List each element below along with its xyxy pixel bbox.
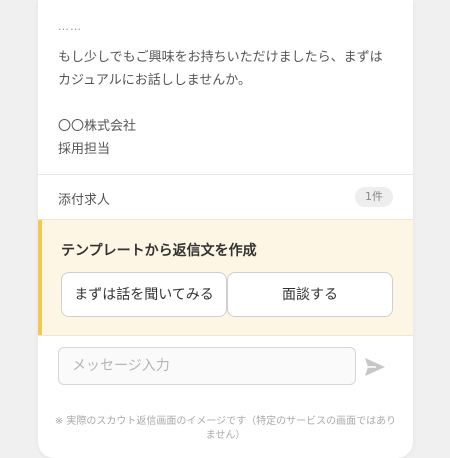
send-icon (365, 358, 385, 376)
sender-role: 採用担当 (58, 142, 111, 157)
template-option-interview-button[interactable]: 面談する (227, 272, 393, 317)
template-option-hear-more-button[interactable]: まずは話を聞いてみる (61, 272, 227, 317)
message-body: もし少しでもご興味をお持ちいただけましたら、まずは カジュアルにお話ししませんか… (58, 46, 398, 92)
truncated-indicator: …… (58, 20, 82, 33)
attached-job-row[interactable]: 添付求人 1件 (38, 175, 413, 219)
disclaimer-note: ※ 実際のスカウト返信画面のイメージです（特定のサービスの画面ではありません） (54, 416, 397, 441)
template-reply-panel: テンプレートから返信文を作成 まずは話を聞いてみる 面談する (38, 219, 413, 336)
company-name: 〇〇株式会社 (58, 119, 137, 134)
message-input[interactable] (59, 348, 355, 384)
chat-card: …… もし少しでもご興味をお持ちいただけましたら、まずは カジュアルにお話ししま… (38, 0, 413, 458)
accent-bar (38, 220, 42, 335)
send-button[interactable] (363, 356, 387, 378)
message-line: カジュアルにお話ししませんか。 (58, 73, 252, 88)
message-input-field[interactable] (58, 347, 356, 385)
message-line: もし少しでもご興味をお持ちいただけましたら、まずは (58, 50, 383, 65)
template-panel-title: テンプレートから返信文を作成 (61, 243, 257, 259)
message-signature: 〇〇株式会社 採用担当 (58, 115, 136, 161)
attached-job-label: 添付求人 (58, 193, 111, 208)
attached-job-count-badge: 1件 (355, 187, 393, 207)
